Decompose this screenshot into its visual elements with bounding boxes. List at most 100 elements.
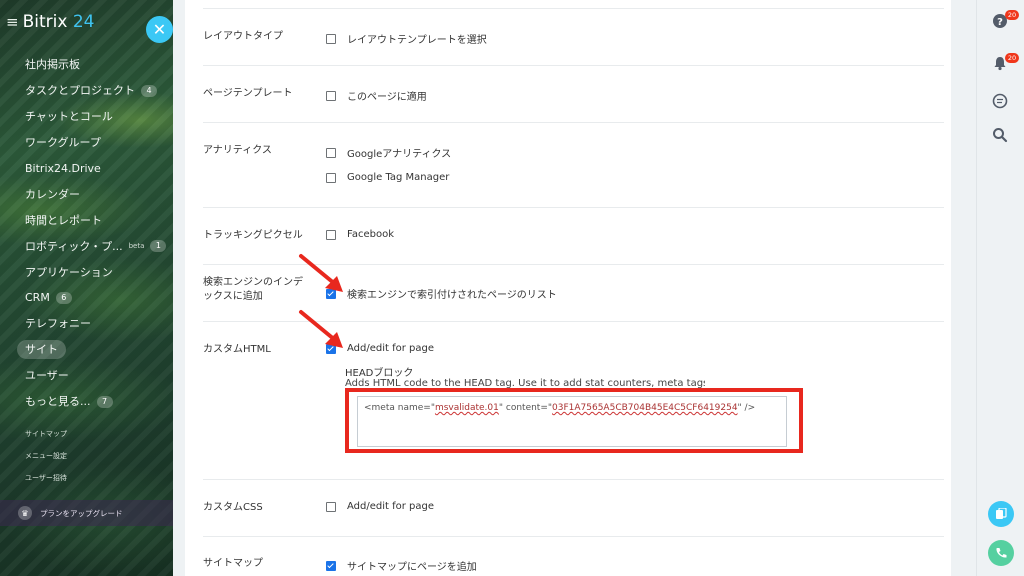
sidebar-item-label: 時間とレポート <box>25 213 102 227</box>
close-icon: ✕ <box>152 20 167 39</box>
menu-icon[interactable]: ≡ <box>6 13 19 31</box>
copy-icon <box>996 508 1007 519</box>
settings-row-page-template: ページテンプレート このページに適用 <box>203 65 944 123</box>
option-label: Add/edit for page <box>347 501 435 512</box>
documents-button[interactable] <box>988 501 1014 527</box>
menu-settings-link[interactable]: メニュー設定 <box>25 451 67 461</box>
sidebar-item-applications[interactable]: アプリケーション <box>25 259 173 285</box>
sidebar-item-label: ワークグループ <box>25 136 101 150</box>
sidebar-item-label: サイト <box>17 340 66 360</box>
beta-label: beta <box>128 241 145 250</box>
facebook-option[interactable]: Facebook <box>326 229 394 240</box>
custom-css-option[interactable]: Add/edit for page <box>326 501 434 512</box>
row-label: トラッキングピクセル <box>203 230 303 241</box>
messenger-button[interactable] <box>990 91 1010 111</box>
sitemap-checkbox[interactable] <box>326 560 336 571</box>
main-content: レイアウトタイプ レイアウトテンプレートを選択 ページテンプレート このページに… <box>173 0 976 576</box>
settings-row-sitemap: サイトマップ サイトマップにページを追加 <box>203 536 944 576</box>
option-label: 検索エンジンで索引付けされたページのリスト <box>347 290 557 301</box>
facebook-checkbox[interactable] <box>326 229 336 240</box>
option-label: サイトマップにページを追加 <box>347 562 477 573</box>
sidebar-item-label: アプリケーション <box>25 265 113 279</box>
upgrade-plan-button[interactable]: ♛ プランをアップグレード <box>0 500 173 526</box>
logo-number: 24 <box>72 12 95 32</box>
google-analytics-option[interactable]: Googleアナリティクス <box>326 145 451 160</box>
sidebar-item-label: もっと見る... <box>25 395 91 409</box>
search-icon <box>993 128 1008 143</box>
sidebar-item-label: カレンダー <box>25 187 80 201</box>
search-button[interactable] <box>990 125 1010 145</box>
sidebar-item-rpa[interactable]: ロボティック・プ... beta 1 <box>25 233 173 259</box>
settings-row-layout-type: レイアウトタイプ レイアウトテンプレートを選択 <box>203 8 944 66</box>
option-label: このページに適用 <box>347 92 427 103</box>
option-label: Facebook <box>347 229 394 240</box>
sidebar-item-label: チャットとコール <box>25 110 113 124</box>
sidebar-item-tasks[interactable]: タスクとプロジェクト 4 <box>25 78 173 104</box>
sidebar-item-label: タスクとプロジェクト <box>25 84 135 98</box>
sidebar-item-label: CRM <box>25 291 50 305</box>
svg-text:?: ? <box>997 17 1003 28</box>
google-tag-manager-checkbox[interactable] <box>326 172 336 183</box>
row-label: カスタムCSS <box>203 502 263 513</box>
close-slider-button[interactable]: ✕ <box>146 16 173 43</box>
option-label: Googleアナリティクス <box>347 149 452 160</box>
sidebar-item-label: ユーザー <box>25 369 69 383</box>
sidebar-item-drive[interactable]: Bitrix24.Drive <box>25 156 173 182</box>
count-badge: 7 <box>96 395 113 408</box>
layout-template-option[interactable]: レイアウトテンプレートを選択 <box>326 31 487 46</box>
sitemap-link[interactable]: サイトマップ <box>25 429 67 439</box>
option-label: レイアウトテンプレートを選択 <box>347 35 487 46</box>
page-template-option[interactable]: このページに適用 <box>326 88 427 103</box>
chat-icon <box>992 93 1008 109</box>
option-label: Add/edit for page <box>347 343 435 354</box>
highlight-box <box>345 388 803 453</box>
row-label: ページテンプレート <box>203 88 293 99</box>
row-label: サイトマップ <box>203 558 263 569</box>
sidebar-item-crm[interactable]: CRM 6 <box>25 285 173 311</box>
google-tag-manager-option[interactable]: Google Tag Manager <box>326 172 449 183</box>
app-logo[interactable]: ≡ Bitrix 24 <box>6 12 94 32</box>
crown-icon: ♛ <box>18 506 32 520</box>
sidebar-item-feed[interactable]: 社内掲示板 <box>25 52 173 78</box>
google-analytics-checkbox[interactable] <box>326 147 336 158</box>
sidebar-item-sites[interactable]: サイト <box>17 337 173 363</box>
sidebar-item-more[interactable]: もっと見る... 7 <box>25 389 173 415</box>
layout-template-checkbox[interactable] <box>326 33 336 44</box>
sidebar-item-label: 社内掲示板 <box>25 58 80 72</box>
help-badge: 20 <box>1005 10 1019 20</box>
sidebar-item-telephony[interactable]: テレフォニー <box>25 311 173 337</box>
settings-panel: レイアウトタイプ レイアウトテンプレートを選択 ページテンプレート このページに… <box>185 0 951 576</box>
row-label: レイアウトタイプ <box>203 31 283 42</box>
sitemap-option[interactable]: サイトマップにページを追加 <box>326 558 477 573</box>
row-label: アナリティクス <box>203 145 272 156</box>
page-template-checkbox[interactable] <box>326 90 336 101</box>
sidebar-item-time-reports[interactable]: 時間とレポート <box>25 207 173 233</box>
settings-row-custom-css: カスタムCSS Add/edit for page <box>203 479 944 537</box>
head-block-title: HEADブロック <box>345 368 414 379</box>
sidebar-item-label: ロボティック・プ... <box>25 239 123 253</box>
count-badge: 4 <box>141 84 157 97</box>
sidebar-menu: 社内掲示板 タスクとプロジェクト 4 チャットとコール ワークグループ Bitri… <box>17 52 173 415</box>
sidebar-item-chat[interactable]: チャットとコール <box>25 104 173 130</box>
red-arrow-icon <box>299 254 343 292</box>
invite-users-link[interactable]: ユーザー招待 <box>25 473 67 483</box>
red-arrow-icon <box>299 310 343 348</box>
option-label: Google Tag Manager <box>347 172 450 183</box>
right-toolbar: ? 20 20 <box>976 0 1024 576</box>
count-badge: 1 <box>150 240 167 253</box>
logo-text: Bitrix <box>22 12 73 32</box>
left-sidebar: ≡ Bitrix 24 社内掲示板 タスクとプロジェクト 4 チャットとコール ワー… <box>0 0 173 576</box>
sidebar-item-label: Bitrix24.Drive <box>25 162 101 175</box>
call-button[interactable] <box>988 540 1014 566</box>
phone-icon <box>996 548 1007 558</box>
settings-row-analytics: アナリティクス Googleアナリティクス Google Tag Manager <box>203 122 944 208</box>
sidebar-item-label: テレフォニー <box>25 317 91 331</box>
sidebar-item-calendar[interactable]: カレンダー <box>25 181 173 207</box>
search-index-option[interactable]: 検索エンジンで索引付けされたページのリスト <box>326 286 557 301</box>
count-badge: 6 <box>55 291 72 304</box>
custom-css-checkbox[interactable] <box>326 501 336 512</box>
sidebar-item-workgroups[interactable]: ワークグループ <box>25 130 173 156</box>
sidebar-item-users[interactable]: ユーザー <box>25 363 173 389</box>
upgrade-label: プランをアップグレード <box>40 508 123 518</box>
notifications-badge: 20 <box>1005 53 1019 63</box>
